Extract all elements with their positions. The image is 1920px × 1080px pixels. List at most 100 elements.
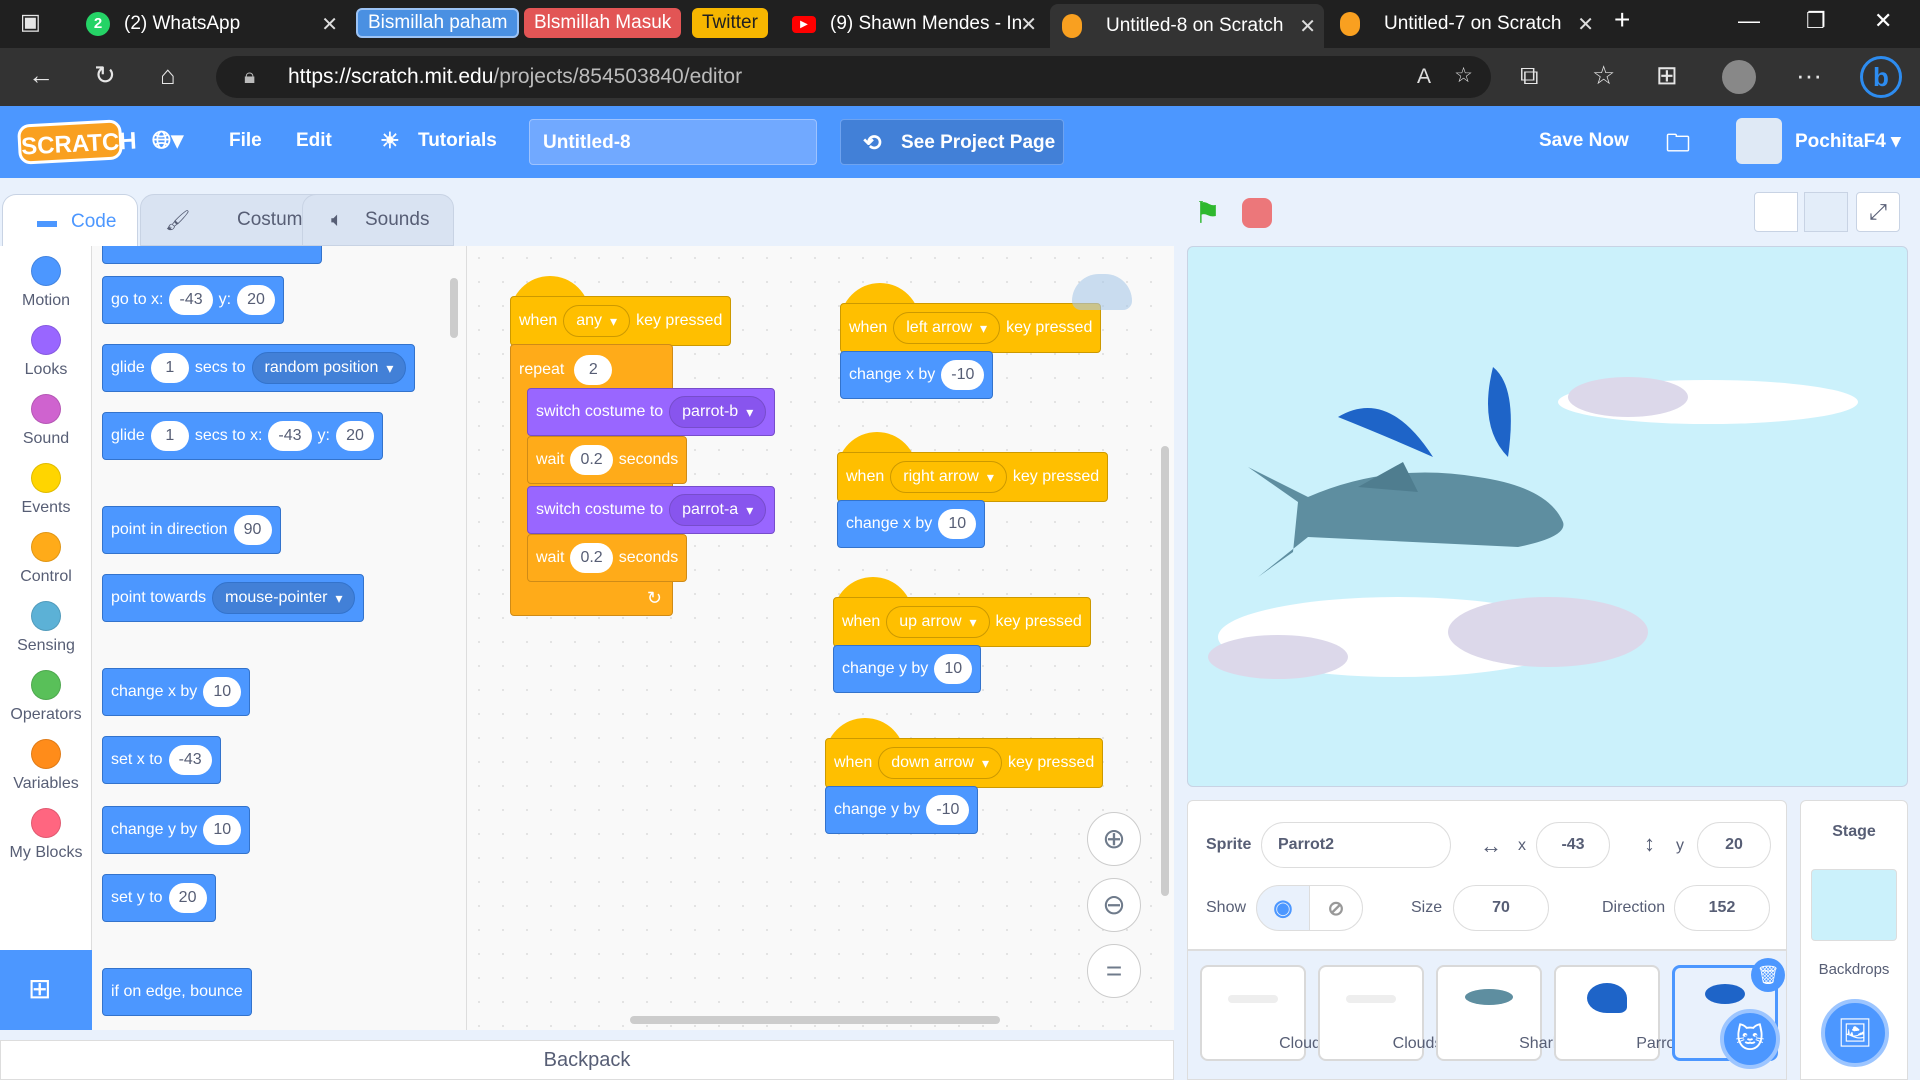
when-key-pressed-block[interactable]: when up arrow key pressed <box>833 597 1091 647</box>
home-icon[interactable]: ⌂ <box>160 60 176 91</box>
favorite-add-icon[interactable]: ☆ <box>1454 63 1473 88</box>
scratch-logo[interactable]: SCRATCH <box>17 119 137 165</box>
change-y-block[interactable]: change y by 10 <box>833 645 982 693</box>
close-icon[interactable]: ✕ <box>1020 12 1037 37</box>
collections-icon[interactable]: ⊞ <box>1656 60 1678 91</box>
minimize-icon[interactable]: — <box>1738 8 1760 34</box>
value-input[interactable]: -10 <box>926 795 970 825</box>
secs-input[interactable]: 1 <box>150 353 189 383</box>
change-x-block[interactable]: change x by -10 <box>840 351 994 399</box>
wait-input[interactable]: 0.2 <box>570 445 613 475</box>
fullscreen-icon[interactable]: ⤢ <box>1856 192 1900 232</box>
size-input[interactable]: 70 <box>1453 885 1549 931</box>
refresh-icon[interactable]: ↻ <box>94 60 116 91</box>
key-dropdown[interactable]: right arrow <box>890 461 1007 493</box>
small-stage-button[interactable] <box>1754 192 1798 232</box>
my-stuff-icon[interactable]: 🗀 <box>1666 126 1690 167</box>
palette-block-goto[interactable]: go to x: -43 y: 20 <box>102 276 285 324</box>
target-dropdown[interactable]: random position <box>251 352 407 384</box>
large-stage-button[interactable] <box>1804 192 1848 232</box>
workspace-v-scrollbar[interactable] <box>1161 446 1169 896</box>
y-input[interactable]: 20 <box>335 421 374 451</box>
sprite-tile-shark[interactable]: Shark <box>1436 965 1561 1061</box>
back-icon[interactable]: ← <box>28 60 54 91</box>
value-input[interactable]: 10 <box>938 509 977 539</box>
delete-sprite-icon[interactable]: 🗑︎ <box>1751 958 1785 992</box>
tutorials-menu[interactable]: Tutorials <box>418 130 497 152</box>
language-icon[interactable]: 🌐︎▾ <box>152 126 183 155</box>
y-position-input[interactable]: 20 <box>1697 822 1771 868</box>
palette-block-set-x[interactable]: set x to -43 <box>102 736 221 784</box>
save-now-button[interactable]: Save Now <box>1539 130 1629 152</box>
value-input[interactable]: 10 <box>203 815 242 845</box>
tab-group-bismillah-masuk[interactable]: Blsmillah Masuk <box>524 8 682 38</box>
maximize-icon[interactable]: ❐ <box>1806 8 1826 34</box>
sprite-name-input[interactable]: Parrot2 <box>1261 822 1451 868</box>
stage-canvas[interactable] <box>1187 246 1908 787</box>
category-variables[interactable]: Variables <box>0 739 92 793</box>
when-key-pressed-block[interactable]: when right arrow key pressed <box>837 452 1109 502</box>
show-hidden-icon[interactable]: ⊘ <box>1309 885 1363 931</box>
value-input[interactable]: 10 <box>203 677 242 707</box>
tab-untitled-7[interactable]: Untitled-7 on Scratch ✕ <box>1328 6 1602 42</box>
show-visible-icon[interactable]: ◉ <box>1256 885 1310 931</box>
palette-block-change-x[interactable]: change x by 10 <box>102 668 251 716</box>
x-input[interactable]: -43 <box>268 421 312 451</box>
tab-whatsapp[interactable]: 2 (2) WhatsApp ✕ <box>74 6 346 42</box>
switch-costume-block[interactable]: switch costume to parrot-a <box>527 486 776 534</box>
zoom-out-button[interactable]: ⊖ <box>1087 878 1141 932</box>
palette-block-point-towards[interactable]: point towards mouse-pointer <box>102 574 365 622</box>
palette-block-glide-random[interactable]: glide 1 secs to random position <box>102 344 416 392</box>
read-aloud-icon[interactable]: A <box>1417 65 1431 89</box>
y-input[interactable]: 20 <box>237 285 276 315</box>
tab-code[interactable]: ▬ Code <box>2 194 138 248</box>
new-tab-icon[interactable]: + <box>1614 4 1630 36</box>
key-dropdown[interactable]: down arrow <box>878 747 1002 779</box>
see-project-page-button[interactable]: ⟲ See Project Page <box>840 119 1064 165</box>
extensions-icon[interactable]: ⧉ <box>1520 60 1539 92</box>
green-flag-icon[interactable]: ⚑ <box>1194 196 1221 231</box>
when-key-pressed-block[interactable]: when down arrow key pressed <box>825 738 1104 788</box>
value-input[interactable]: -10 <box>941 360 985 390</box>
project-title-input[interactable]: Untitled-8 <box>529 119 817 165</box>
code-workspace[interactable]: when any key pressed repeat 2 ↻ switch c… <box>467 246 1174 1030</box>
switch-costume-block[interactable]: switch costume to parrot-b <box>527 388 776 436</box>
when-key-pressed-block[interactable]: when left arrow key pressed <box>840 303 1102 353</box>
tab-youtube[interactable]: ▶ (9) Shawn Mendes - In ✕ <box>780 6 1045 42</box>
category-sound[interactable]: Sound <box>0 394 92 448</box>
category-sensing[interactable]: Sensing <box>0 601 92 655</box>
palette-block-glide-xy[interactable]: glide 1 secs to x: -43 y: 20 <box>102 412 383 460</box>
favorites-icon[interactable]: ☆ <box>1592 60 1615 91</box>
costume-dropdown[interactable]: parrot-a <box>669 494 767 526</box>
x-input[interactable]: -43 <box>169 285 213 315</box>
palette-block-change-y[interactable]: change y by 10 <box>102 806 251 854</box>
category-control[interactable]: Control <box>0 532 92 586</box>
profile-avatar[interactable] <box>1722 60 1756 94</box>
close-icon[interactable]: ✕ <box>321 12 338 37</box>
more-icon[interactable]: ··· <box>1796 60 1822 91</box>
tab-group-twitter[interactable]: Twitter <box>692 8 768 38</box>
category-my-blocks[interactable]: My Blocks <box>0 808 92 862</box>
tab-actions-icon[interactable]: ▣ <box>20 9 41 35</box>
tab-sounds[interactable]: 🔈︎ Sounds <box>302 194 454 246</box>
workspace-h-scrollbar[interactable] <box>630 1016 1000 1024</box>
window-close-icon[interactable]: ✕ <box>1874 8 1892 34</box>
when-key-pressed-block[interactable]: when any key pressed <box>510 296 732 346</box>
bing-icon[interactable]: b <box>1860 56 1902 98</box>
value-input[interactable]: -43 <box>168 745 212 775</box>
url-field[interactable]: 🔒︎ https://scratch.mit.edu/projects/8545… <box>216 56 1491 98</box>
change-y-block[interactable]: change y by -10 <box>825 786 979 834</box>
backpack-bar[interactable]: Backpack <box>0 1040 1174 1080</box>
value-input[interactable]: 10 <box>934 654 973 684</box>
edit-menu[interactable]: Edit <box>296 130 332 152</box>
zoom-in-button[interactable]: ⊕ <box>1087 812 1141 866</box>
add-backdrop-icon[interactable]: 🖼︎ <box>1821 999 1889 1067</box>
close-icon[interactable]: ✕ <box>1577 12 1594 37</box>
palette-block-set-y[interactable]: set y to 20 <box>102 874 216 922</box>
category-operators[interactable]: Operators <box>0 670 92 724</box>
wait-input[interactable]: 0.2 <box>570 543 613 573</box>
palette-block-bounce[interactable]: if on edge, bounce <box>102 968 252 1016</box>
sprite-tile-clouds[interactable]: Clouds <box>1200 965 1329 1061</box>
palette-block-partial[interactable] <box>102 246 322 264</box>
stop-icon[interactable] <box>1242 198 1272 228</box>
